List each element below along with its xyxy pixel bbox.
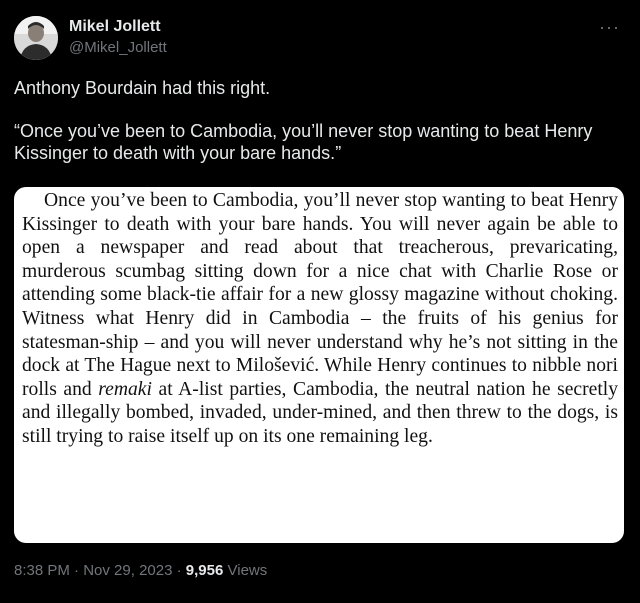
avatar[interactable] [14, 16, 58, 60]
meta-separator: · [172, 562, 186, 579]
tweet-image[interactable]: Once you’ve been to Cambodia, you’ll nev… [14, 187, 624, 543]
meta-separator: · [69, 562, 84, 579]
ellipsis-icon: ··· [599, 17, 620, 37]
tweet-date[interactable]: Nov 29, 2023 [83, 562, 172, 579]
tweet-header: Mikel Jollett @Mikel_Jollett ··· [14, 14, 626, 62]
tweet-time[interactable]: 8:38 PM [14, 562, 70, 579]
author-display-name[interactable]: Mikel Jollett [69, 17, 167, 37]
tweet-line-1: Anthony Bourdain had this right. [14, 78, 271, 98]
tweet-line-2: “Once you’ve been to Cambodia, you’ll ne… [14, 121, 593, 163]
views-label: Views [223, 562, 268, 579]
more-options-button[interactable]: ··· [599, 17, 620, 38]
views-count: 9,956 [185, 562, 224, 579]
person-avatar-icon [14, 16, 58, 60]
author-handle[interactable]: @Mikel_Jollett [69, 38, 167, 58]
book-excerpt: Once you’ve been to Cambodia, you’ll nev… [22, 189, 618, 449]
tweet-meta: 8:38 PM · Nov 29, 2023 · 9,956 Views [14, 561, 267, 581]
excerpt-italic-word: remaki [98, 378, 152, 400]
author-names: Mikel Jollett @Mikel_Jollett [69, 17, 167, 58]
excerpt-text-part-1: Once you’ve been to Cambodia, you’ll nev… [22, 190, 618, 400]
tweet-text: Anthony Bourdain had this right. “Once y… [14, 77, 626, 164]
